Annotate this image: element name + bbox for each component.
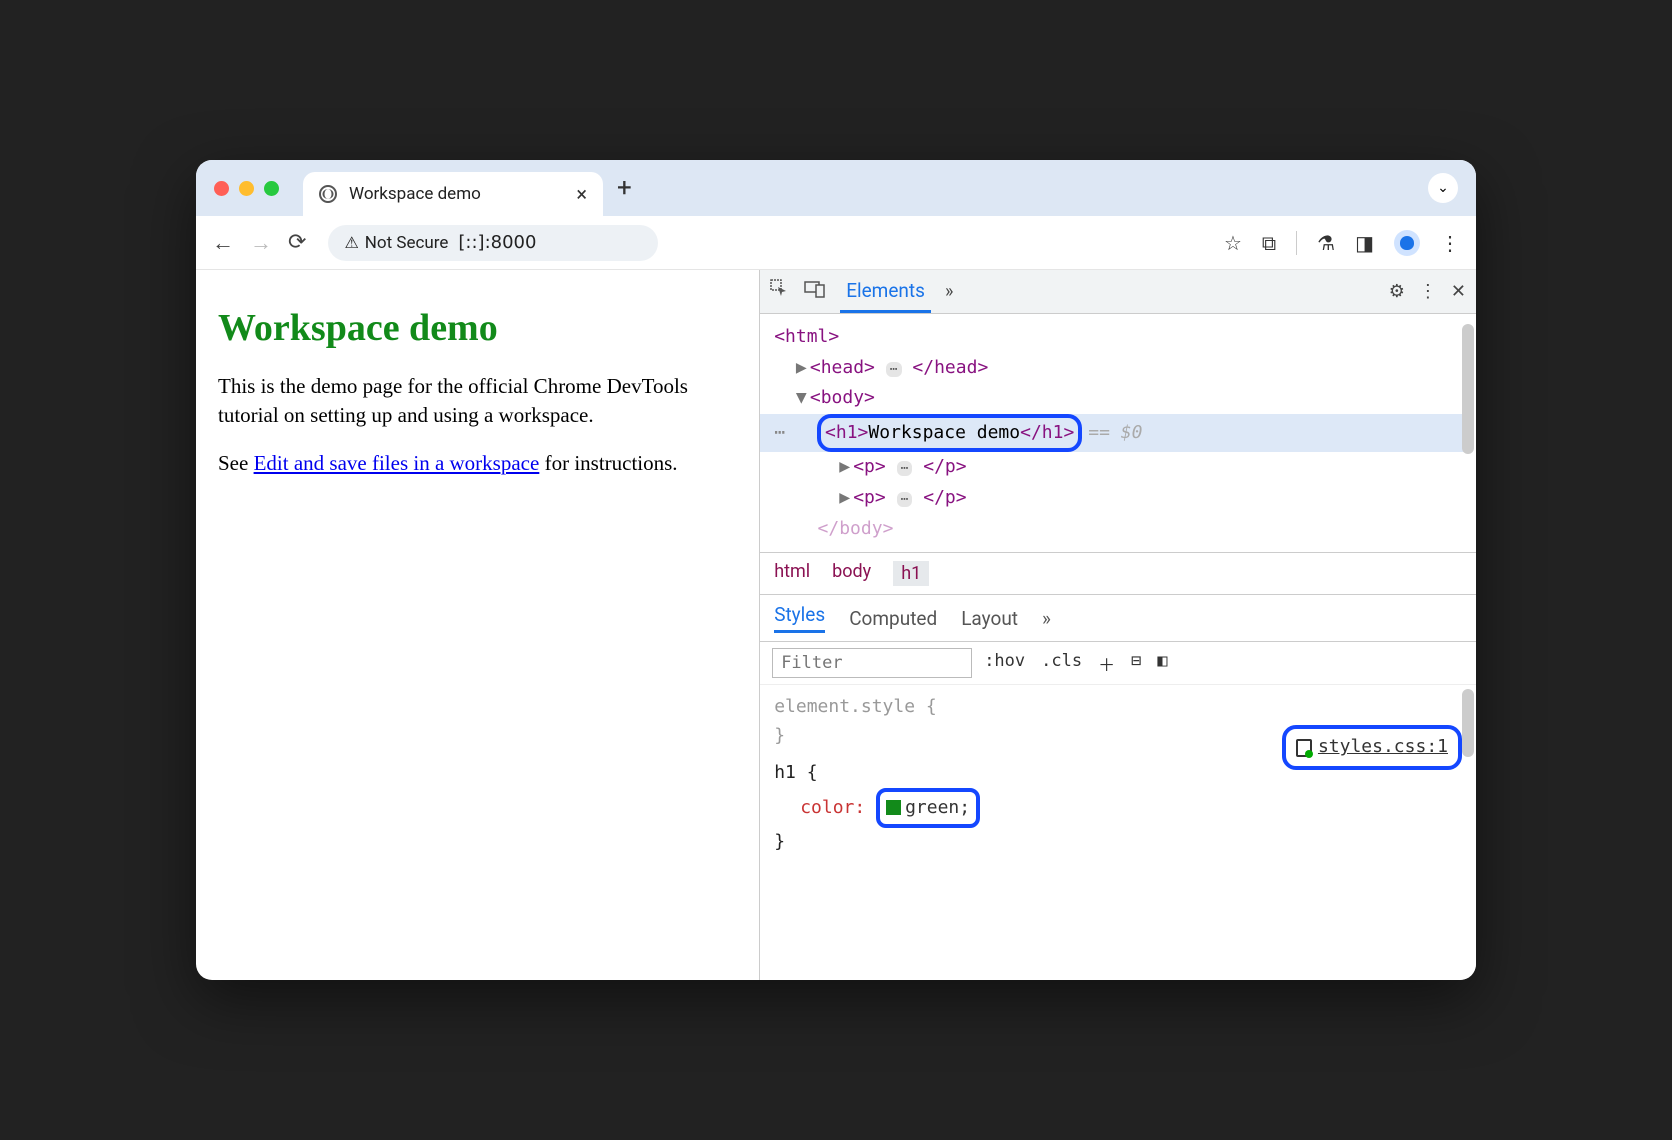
- window-controls: [214, 181, 279, 196]
- workspace-tutorial-link[interactable]: Edit and save files in a workspace: [254, 451, 540, 475]
- bookmark-star-icon[interactable]: ☆: [1224, 231, 1242, 255]
- dom-body-close: </body>: [818, 518, 894, 539]
- eq0-indicator: == $0: [1088, 418, 1142, 449]
- dom-html-open[interactable]: <html>: [774, 326, 839, 347]
- breadcrumb-h1[interactable]: h1: [893, 561, 929, 586]
- profile-avatar[interactable]: [1394, 230, 1420, 256]
- dom-p-open[interactable]: <p>: [853, 456, 886, 477]
- security-status[interactable]: ⚠ Not Secure: [344, 233, 448, 253]
- dom-head-open[interactable]: <head>: [810, 357, 875, 378]
- dom-head-close: </head>: [912, 357, 988, 378]
- tab-computed[interactable]: Computed: [849, 607, 937, 630]
- tab-elements[interactable]: Elements: [840, 270, 931, 313]
- dom-selected-h1[interactable]: ⋯ <h1>Workspace demo</h1> == $0: [760, 414, 1472, 453]
- paragraph2-pre: See: [218, 451, 254, 475]
- dom-tree[interactable]: <html> ▶<head> ⋯ </head> ▼<body> ⋯ <h1>W…: [760, 314, 1476, 552]
- tab-styles[interactable]: Styles: [774, 603, 825, 633]
- highlight-h1: <h1>Workspace demo</h1>: [817, 414, 1082, 453]
- color-swatch-icon[interactable]: [886, 800, 901, 815]
- tab-layout[interactable]: Layout: [961, 607, 1018, 630]
- paragraph2-post: for instructions.: [539, 451, 677, 475]
- styles-filter-row: :hov .cls ＋ ⊟ ◧: [760, 642, 1476, 685]
- url-text: [::]:8000: [458, 232, 536, 253]
- scrollbar[interactable]: [1462, 324, 1474, 454]
- styles-filter-input[interactable]: [772, 648, 972, 678]
- page-paragraph-2: See Edit and save files in a workspace f…: [218, 449, 737, 478]
- more-tabs-icon[interactable]: »: [945, 281, 953, 302]
- devtools-tabs: Elements » ⚙ ⋮ ✕: [760, 270, 1476, 314]
- address-bar[interactable]: ⚠ Not Secure [::]:8000: [328, 225, 658, 261]
- new-tab-button[interactable]: +: [617, 173, 632, 203]
- ellipsis-icon[interactable]: ⋯: [886, 362, 902, 377]
- close-window-button[interactable]: [214, 181, 229, 196]
- dom-body-open[interactable]: <body>: [810, 387, 875, 408]
- device-toggle-icon[interactable]: [804, 280, 826, 303]
- minimize-window-button[interactable]: [239, 181, 254, 196]
- kebab-menu-icon[interactable]: ⋮: [1419, 281, 1437, 302]
- computed-panel-icon[interactable]: ◧: [1157, 651, 1167, 676]
- maximize-window-button[interactable]: [264, 181, 279, 196]
- collapse-icon[interactable]: ▼: [796, 383, 810, 414]
- browser-window: Workspace demo × + ⌄ ← → ⟳ ⚠ Not Secure …: [196, 160, 1476, 980]
- labs-icon[interactable]: ⚗: [1317, 231, 1335, 255]
- page-viewport: Workspace demo This is the demo page for…: [196, 270, 759, 980]
- forward-button[interactable]: →: [250, 230, 272, 256]
- scrollbar[interactable]: [1462, 689, 1474, 757]
- hov-button[interactable]: :hov: [984, 651, 1025, 676]
- selector-h1: h1 {: [774, 762, 817, 783]
- val-green[interactable]: green;: [905, 797, 970, 818]
- browser-tab[interactable]: Workspace demo ×: [303, 172, 603, 216]
- side-panel-icon[interactable]: ◨: [1355, 231, 1374, 255]
- warning-icon: ⚠: [344, 233, 358, 252]
- back-button[interactable]: ←: [212, 230, 234, 256]
- expand-icon[interactable]: ▶: [796, 353, 810, 384]
- expand-icon[interactable]: ▶: [839, 452, 853, 483]
- ellipsis-icon[interactable]: ⋯: [897, 492, 913, 507]
- toolbar: ← → ⟳ ⚠ Not Secure [::]:8000 ☆ ⧉ ⚗ ◨ ⋮: [196, 216, 1476, 270]
- inspect-icon[interactable]: [770, 279, 790, 304]
- source-link-highlight: styles.css:1: [1282, 725, 1462, 770]
- file-icon: [1296, 739, 1312, 757]
- globe-icon: [319, 185, 337, 203]
- source-link[interactable]: styles.css:1: [1318, 733, 1448, 762]
- css-rules-panel[interactable]: element.style { } styles.css:1 h1 { colo…: [760, 685, 1476, 980]
- tabs-dropdown-button[interactable]: ⌄: [1428, 173, 1458, 203]
- dom-p-close: </p>: [923, 456, 966, 477]
- cls-button[interactable]: .cls: [1041, 651, 1082, 676]
- page-heading: Workspace demo: [218, 306, 737, 350]
- dom-p-close-2: </p>: [923, 487, 966, 508]
- breadcrumb-html[interactable]: html: [774, 561, 810, 586]
- ellipsis-icon[interactable]: ⋯: [897, 461, 913, 476]
- dom-p-open-2[interactable]: <p>: [853, 487, 886, 508]
- reload-button[interactable]: ⟳: [288, 230, 306, 255]
- prop-color[interactable]: color: [800, 797, 854, 818]
- new-style-rule-icon[interactable]: ＋: [1098, 651, 1115, 676]
- more-actions-icon[interactable]: ⋯: [774, 418, 787, 449]
- titlebar: Workspace demo × + ⌄: [196, 160, 1476, 216]
- settings-gear-icon[interactable]: ⚙: [1389, 281, 1405, 302]
- breadcrumb-body[interactable]: body: [832, 561, 871, 586]
- devtools-panel: Elements » ⚙ ⋮ ✕ <html> ▶<head> ⋯ </head…: [759, 270, 1476, 980]
- dom-breadcrumb: html body h1: [760, 552, 1476, 595]
- styles-tabs: Styles Computed Layout »: [760, 595, 1476, 642]
- tab-close-button[interactable]: ×: [576, 182, 587, 206]
- toolbar-right: ☆ ⧉ ⚗ ◨ ⋮: [1224, 230, 1460, 256]
- paint-icon[interactable]: ⊟: [1131, 651, 1141, 676]
- h1-rule[interactable]: styles.css:1 h1 { color: green; }: [774, 759, 1462, 857]
- extensions-icon[interactable]: ⧉: [1262, 231, 1276, 255]
- page-paragraph-1: This is the demo page for the official C…: [218, 372, 737, 431]
- highlight-color-value: green;: [876, 788, 980, 829]
- more-tabs-icon[interactable]: »: [1042, 607, 1051, 630]
- devtools-close-icon[interactable]: ✕: [1451, 281, 1466, 302]
- not-secure-label: Not Secure: [365, 233, 449, 253]
- menu-icon[interactable]: ⋮: [1440, 231, 1460, 255]
- tab-title: Workspace demo: [349, 184, 481, 204]
- separator: [1296, 231, 1297, 255]
- expand-icon[interactable]: ▶: [839, 483, 853, 514]
